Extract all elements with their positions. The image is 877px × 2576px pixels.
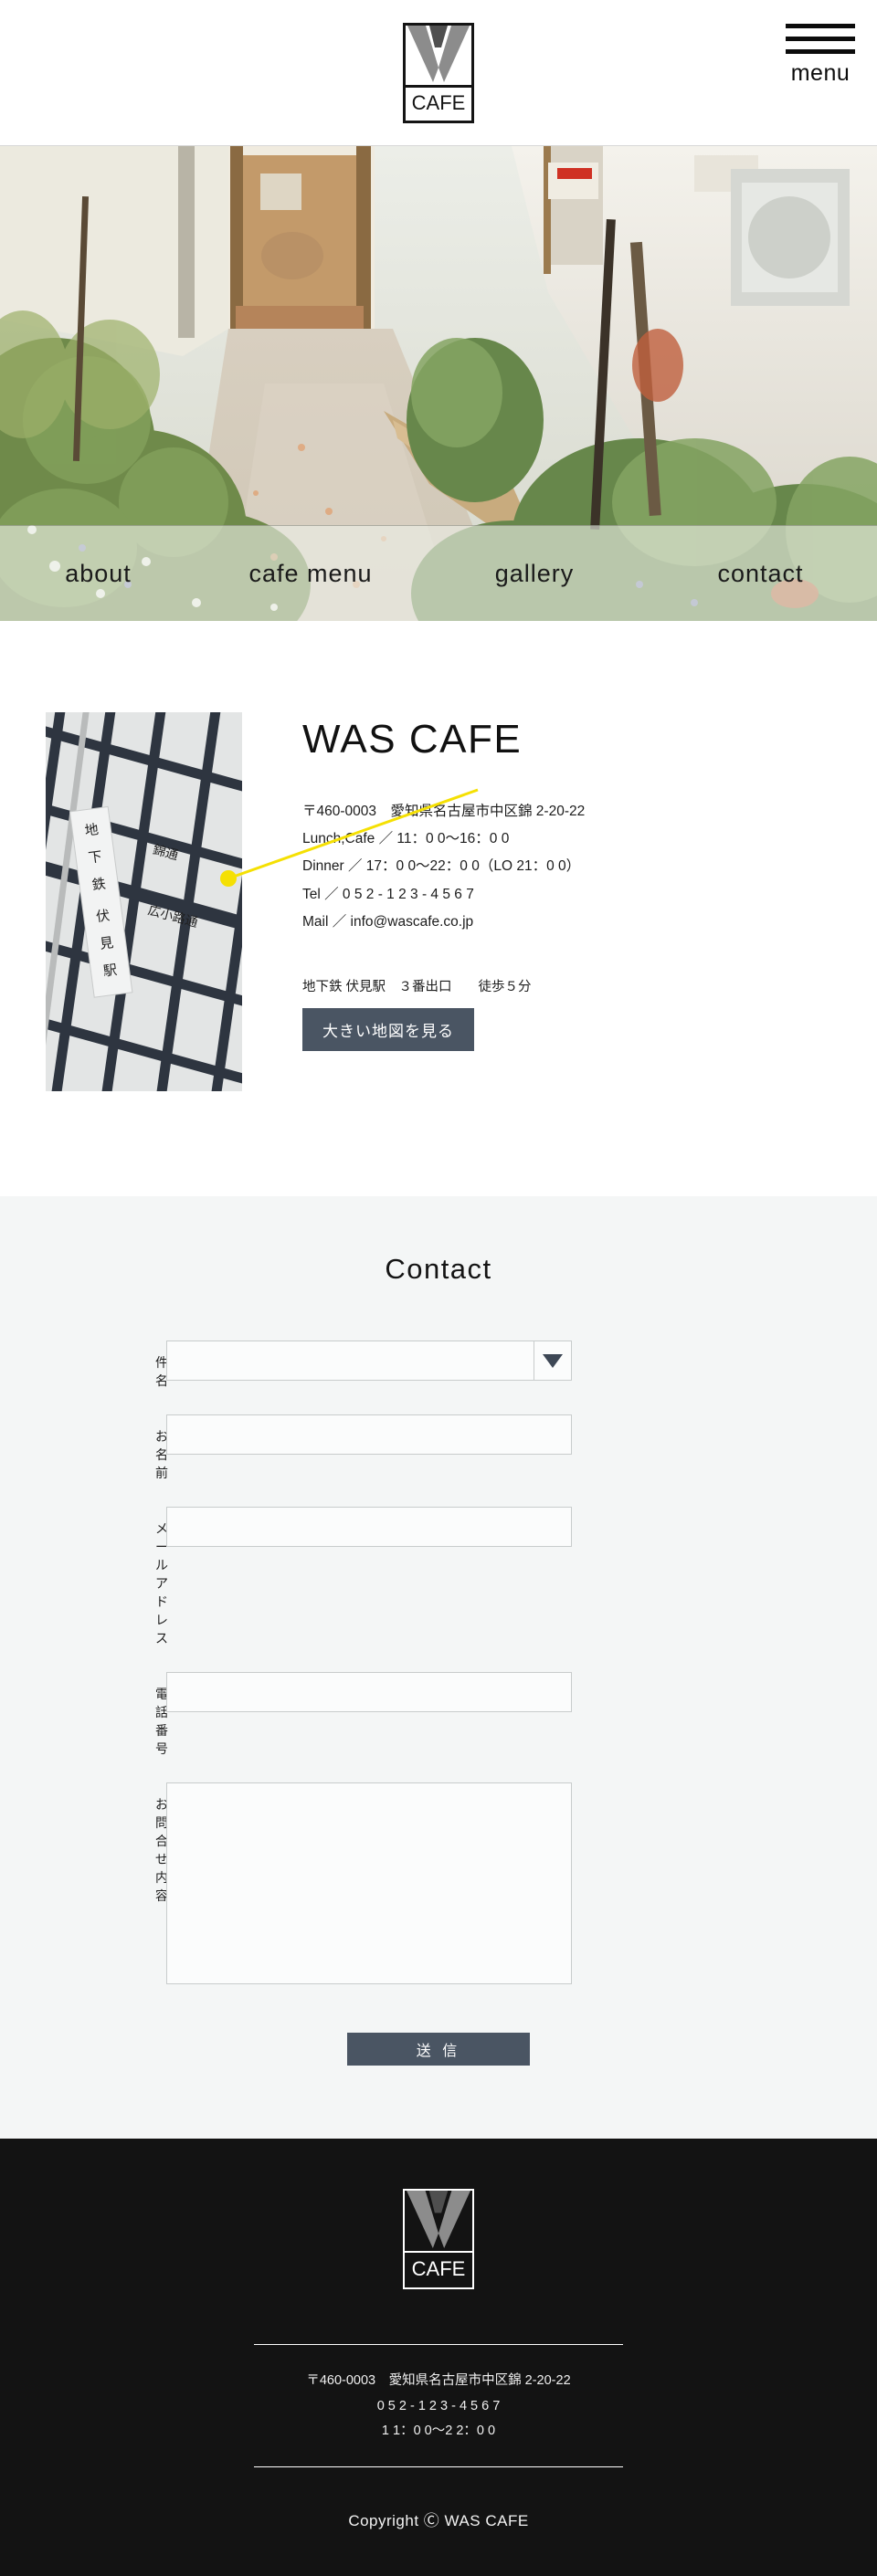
email-input[interactable] (166, 1507, 572, 1547)
copyright-text: Copyright Ⓒ WAS CAFE (348, 2511, 529, 2529)
location-map[interactable]: 地 下 鉄 伏 見 駅 錦通 広小路通 (46, 712, 242, 1091)
map-graphic: 地 下 鉄 伏 見 駅 錦通 広小路通 (46, 712, 242, 1091)
submit-button[interactable]: 送 信 (347, 2033, 530, 2066)
cafe-tel: Tel ／ 0 5 2 - 1 2 3 - 4 5 6 7 (302, 886, 474, 902)
form-row-phone: 電話番号 (0, 1672, 877, 1758)
contact-section: Contact 件名 お名前 メールアドレス 電話番号 お問合せ内容 送 信 (0, 1196, 877, 2139)
location-info: WAS CAFE 〒460-0003 愛知県名古屋市中区錦 2-20-22 Lu… (302, 712, 585, 1091)
cafe-dinner-hours: Dinner ／ 17：0 0〜22：0 0（LO 21：0 0） (302, 858, 581, 875)
contact-heading: Contact (385, 1253, 492, 1285)
logo-wordmark: CAFE (411, 90, 466, 114)
form-row-email: メールアドレス (0, 1507, 877, 1647)
nav-item-about[interactable]: about (0, 560, 196, 588)
footer-info: 〒460-0003 愛知県名古屋市中区錦 2-20-22 0 5 2 - 1 2… (0, 2345, 877, 2466)
cafe-lunch-hours: Lunch,Cafe ／ 11：0 0〜16：0 0 (302, 831, 510, 847)
menu-button-label: menu (790, 60, 851, 86)
form-row-message: お問合せ内容 (0, 1782, 877, 1989)
cafe-mail: Mail ／ info@wascafe.co.jp (302, 913, 474, 930)
view-large-map-button[interactable]: 大きい地図を見る (302, 1008, 474, 1052)
logo-w-mark (406, 25, 471, 88)
label-phone: 電話番号 (155, 1687, 168, 1756)
label-subject: 件名 (155, 1355, 168, 1388)
svg-text:地: 地 (84, 821, 100, 839)
label-name: お名前 (155, 1429, 168, 1480)
subject-select[interactable] (166, 1341, 572, 1381)
cafe-details: 〒460-0003 愛知県名古屋市中区錦 2-20-22 Lunch,Cafe … (302, 798, 585, 936)
message-textarea[interactable] (166, 1782, 572, 1984)
footer-hours: 1 1：0 0〜2 2：0 0 (381, 2424, 496, 2439)
nav-item-contact[interactable]: contact (644, 560, 877, 588)
cafe-address: 〒460-0003 愛知県名古屋市中区錦 2-20-22 (302, 804, 586, 819)
primary-nav: about cafe menu gallery contact (0, 525, 877, 621)
hamburger-icon (786, 24, 855, 28)
page-root: CAFE menu about cafe menu gallery contac… (0, 0, 877, 2576)
footer-tel: 0 5 2 - 1 2 3 - 4 5 6 7 (376, 2398, 501, 2413)
footer-address: 〒460-0003 愛知県名古屋市中区錦 2-20-22 (306, 2373, 571, 2388)
chevron-down-icon[interactable] (534, 1341, 572, 1381)
cafe-access: 地下鉄 伏見駅 ３番出口 徒歩５分 (302, 980, 532, 995)
label-email: メールアドレス (155, 1521, 168, 1645)
footer-logo[interactable]: CAFE (403, 2189, 474, 2289)
form-row-name: お名前 (0, 1414, 877, 1482)
svg-text:鉄: 鉄 (91, 876, 107, 894)
footer-logo-wordmark: CAFE (411, 2257, 466, 2280)
site-footer: CAFE 〒460-0003 愛知県名古屋市中区錦 2-20-22 0 5 2 … (0, 2139, 877, 2576)
submit-row: 送 信 (0, 2033, 877, 2066)
hamburger-icon-bar3 (786, 49, 855, 54)
site-header: CAFE menu (0, 0, 877, 146)
svg-text:見: 見 (99, 934, 114, 952)
hero-section: about cafe menu gallery contact (0, 146, 877, 621)
svg-text:駅: 駅 (102, 962, 118, 980)
name-input[interactable] (166, 1414, 572, 1455)
nav-item-gallery[interactable]: gallery (425, 560, 644, 588)
cafe-title: WAS CAFE (302, 717, 523, 762)
map-marker (220, 870, 237, 887)
form-row-subject: 件名 (0, 1341, 877, 1390)
svg-text:下: 下 (88, 848, 103, 867)
footer-logo-w-mark (405, 2191, 472, 2253)
location-section: 地 下 鉄 伏 見 駅 錦通 広小路通 WAS CAFE 〒460-0003 愛… (0, 621, 877, 1196)
subject-select-input[interactable] (166, 1341, 534, 1381)
label-message: お問合せ内容 (155, 1797, 168, 1903)
nav-item-cafe-menu[interactable]: cafe menu (196, 560, 425, 588)
site-logo[interactable]: CAFE (403, 22, 474, 123)
phone-input[interactable] (166, 1672, 572, 1712)
svg-text:伏: 伏 (95, 907, 111, 925)
menu-button[interactable]: menu (786, 24, 855, 85)
hamburger-icon-bar2 (786, 37, 855, 41)
